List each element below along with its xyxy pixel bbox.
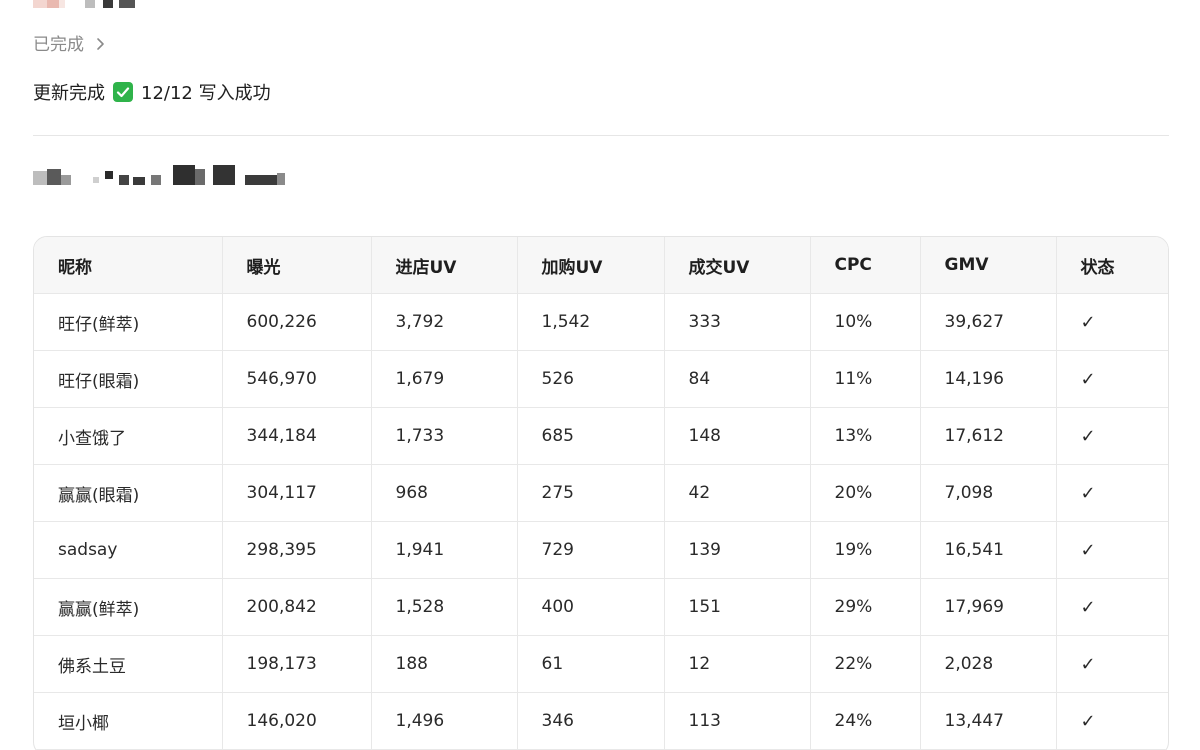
divider	[33, 135, 1169, 136]
deal-uv-cell: 139	[664, 521, 811, 579]
nickname-cell: sadsay	[34, 521, 223, 579]
column-header-exposure: 曝光	[222, 237, 372, 294]
update-result: 12/12 写入成功	[141, 83, 271, 104]
column-header-cpc: CPC	[810, 237, 921, 294]
store-uv-cell: 3,792	[371, 293, 518, 351]
gmv-cell: 14,196	[920, 350, 1057, 408]
status-check-cell: ✓	[1056, 407, 1168, 465]
update-prefix: 更新完成	[33, 83, 105, 104]
avatar	[33, 0, 143, 14]
gmv-cell: 17,612	[920, 407, 1057, 465]
data-table-grid: 昵称 曝光 进店UV 加购UV 成交UV CPC GMV 状态 旺仔(鲜萃) 60…	[34, 237, 1168, 750]
exposure-cell: 200,842	[222, 578, 372, 636]
store-uv-cell: 1,733	[371, 407, 518, 465]
store-uv-cell: 1,941	[371, 521, 518, 579]
status-check-cell: ✓	[1056, 293, 1168, 351]
table-body: 旺仔(鲜萃) 600,226 3,792 1,542 333 10% 39,627 ✓ 旺仔(眼…	[34, 293, 1168, 750]
cart-uv-cell: 61	[517, 635, 665, 693]
table-header-row: 昵称 曝光 进店UV 加购UV 成交UV CPC GMV 状态	[34, 237, 1168, 294]
column-header-gmv: GMV	[920, 237, 1057, 294]
deal-uv-cell: 42	[664, 464, 811, 522]
status-label: 已完成	[33, 35, 84, 55]
table-row: 赢赢(眼霜) 304,117 968 275 42 20% 7,098 ✓	[34, 464, 1168, 522]
cart-uv-cell: 729	[517, 521, 665, 579]
cart-uv-cell: 346	[517, 692, 665, 750]
column-header-cart-uv: 加购UV	[517, 237, 665, 294]
nickname-cell: 赢赢(眼霜)	[34, 464, 223, 522]
table-row: 垣小椰 146,020 1,496 346 113 24% 13,447 ✓	[34, 692, 1168, 750]
store-uv-cell: 188	[371, 635, 518, 693]
gmv-cell: 2,028	[920, 635, 1057, 693]
data-table: 昵称 曝光 进店UV 加购UV 成交UV CPC GMV 状态 旺仔(鲜萃) 60…	[33, 236, 1169, 750]
cart-uv-cell: 526	[517, 350, 665, 408]
table-row: 旺仔(鲜萃) 600,226 3,792 1,542 333 10% 39,627 ✓	[34, 293, 1168, 351]
nickname-cell: 佛系土豆	[34, 635, 223, 693]
status-check-cell: ✓	[1056, 521, 1168, 579]
update-message: 更新完成 12/12 写入成功	[33, 79, 271, 105]
exposure-cell: 344,184	[222, 407, 372, 465]
cpc-cell: 11%	[810, 350, 921, 408]
redacted-heading	[33, 165, 293, 187]
store-uv-cell: 1,679	[371, 350, 518, 408]
exposure-cell: 546,970	[222, 350, 372, 408]
gmv-cell: 13,447	[920, 692, 1057, 750]
table-row: sadsay 298,395 1,941 729 139 19% 16,541 ✓	[34, 521, 1168, 579]
exposure-cell: 304,117	[222, 464, 372, 522]
cart-uv-cell: 400	[517, 578, 665, 636]
cpc-cell: 10%	[810, 293, 921, 351]
table-row: 旺仔(眼霜) 546,970 1,679 526 84 11% 14,196 ✓	[34, 350, 1168, 408]
column-header-nickname: 昵称	[34, 237, 223, 294]
cpc-cell: 19%	[810, 521, 921, 579]
exposure-cell: 600,226	[222, 293, 372, 351]
nickname-cell: 旺仔(鲜萃)	[34, 293, 223, 351]
status-check-cell: ✓	[1056, 692, 1168, 750]
nickname-cell: 垣小椰	[34, 692, 223, 750]
gmv-cell: 16,541	[920, 521, 1057, 579]
exposure-cell: 198,173	[222, 635, 372, 693]
chevron-right-icon	[94, 36, 108, 50]
gmv-cell: 17,969	[920, 578, 1057, 636]
deal-uv-cell: 113	[664, 692, 811, 750]
store-uv-cell: 968	[371, 464, 518, 522]
cpc-cell: 22%	[810, 635, 921, 693]
store-uv-cell: 1,528	[371, 578, 518, 636]
column-header-status: 状态	[1056, 237, 1168, 294]
table-row: 小查饿了 344,184 1,733 685 148 13% 17,612 ✓	[34, 407, 1168, 465]
column-header-deal-uv: 成交UV	[664, 237, 811, 294]
deal-uv-cell: 333	[664, 293, 811, 351]
nickname-cell: 小查饿了	[34, 407, 223, 465]
exposure-cell: 146,020	[222, 692, 372, 750]
cpc-cell: 13%	[810, 407, 921, 465]
cpc-cell: 24%	[810, 692, 921, 750]
chat-page: 已完成 更新完成 12/12 写入成功 昵称 曝光 进店UV 加购UV 成交UV…	[0, 0, 1200, 750]
exposure-cell: 298,395	[222, 521, 372, 579]
deal-uv-cell: 84	[664, 350, 811, 408]
completed-status-toggle[interactable]: 已完成	[33, 30, 108, 55]
nickname-cell: 旺仔(眼霜)	[34, 350, 223, 408]
gmv-cell: 39,627	[920, 293, 1057, 351]
deal-uv-cell: 148	[664, 407, 811, 465]
cpc-cell: 29%	[810, 578, 921, 636]
deal-uv-cell: 151	[664, 578, 811, 636]
table-row: 赢赢(鲜萃) 200,842 1,528 400 151 29% 17,969 ✓	[34, 578, 1168, 636]
cpc-cell: 20%	[810, 464, 921, 522]
nickname-cell: 赢赢(鲜萃)	[34, 578, 223, 636]
table-row: 佛系土豆 198,173 188 61 12 22% 2,028 ✓	[34, 635, 1168, 693]
column-header-store-uv: 进店UV	[371, 237, 518, 294]
gmv-cell: 7,098	[920, 464, 1057, 522]
cart-uv-cell: 685	[517, 407, 665, 465]
cart-uv-cell: 275	[517, 464, 665, 522]
status-check-cell: ✓	[1056, 578, 1168, 636]
deal-uv-cell: 12	[664, 635, 811, 693]
status-check-cell: ✓	[1056, 464, 1168, 522]
check-box-icon	[113, 82, 133, 102]
store-uv-cell: 1,496	[371, 692, 518, 750]
cart-uv-cell: 1,542	[517, 293, 665, 351]
status-check-cell: ✓	[1056, 635, 1168, 693]
status-check-cell: ✓	[1056, 350, 1168, 408]
